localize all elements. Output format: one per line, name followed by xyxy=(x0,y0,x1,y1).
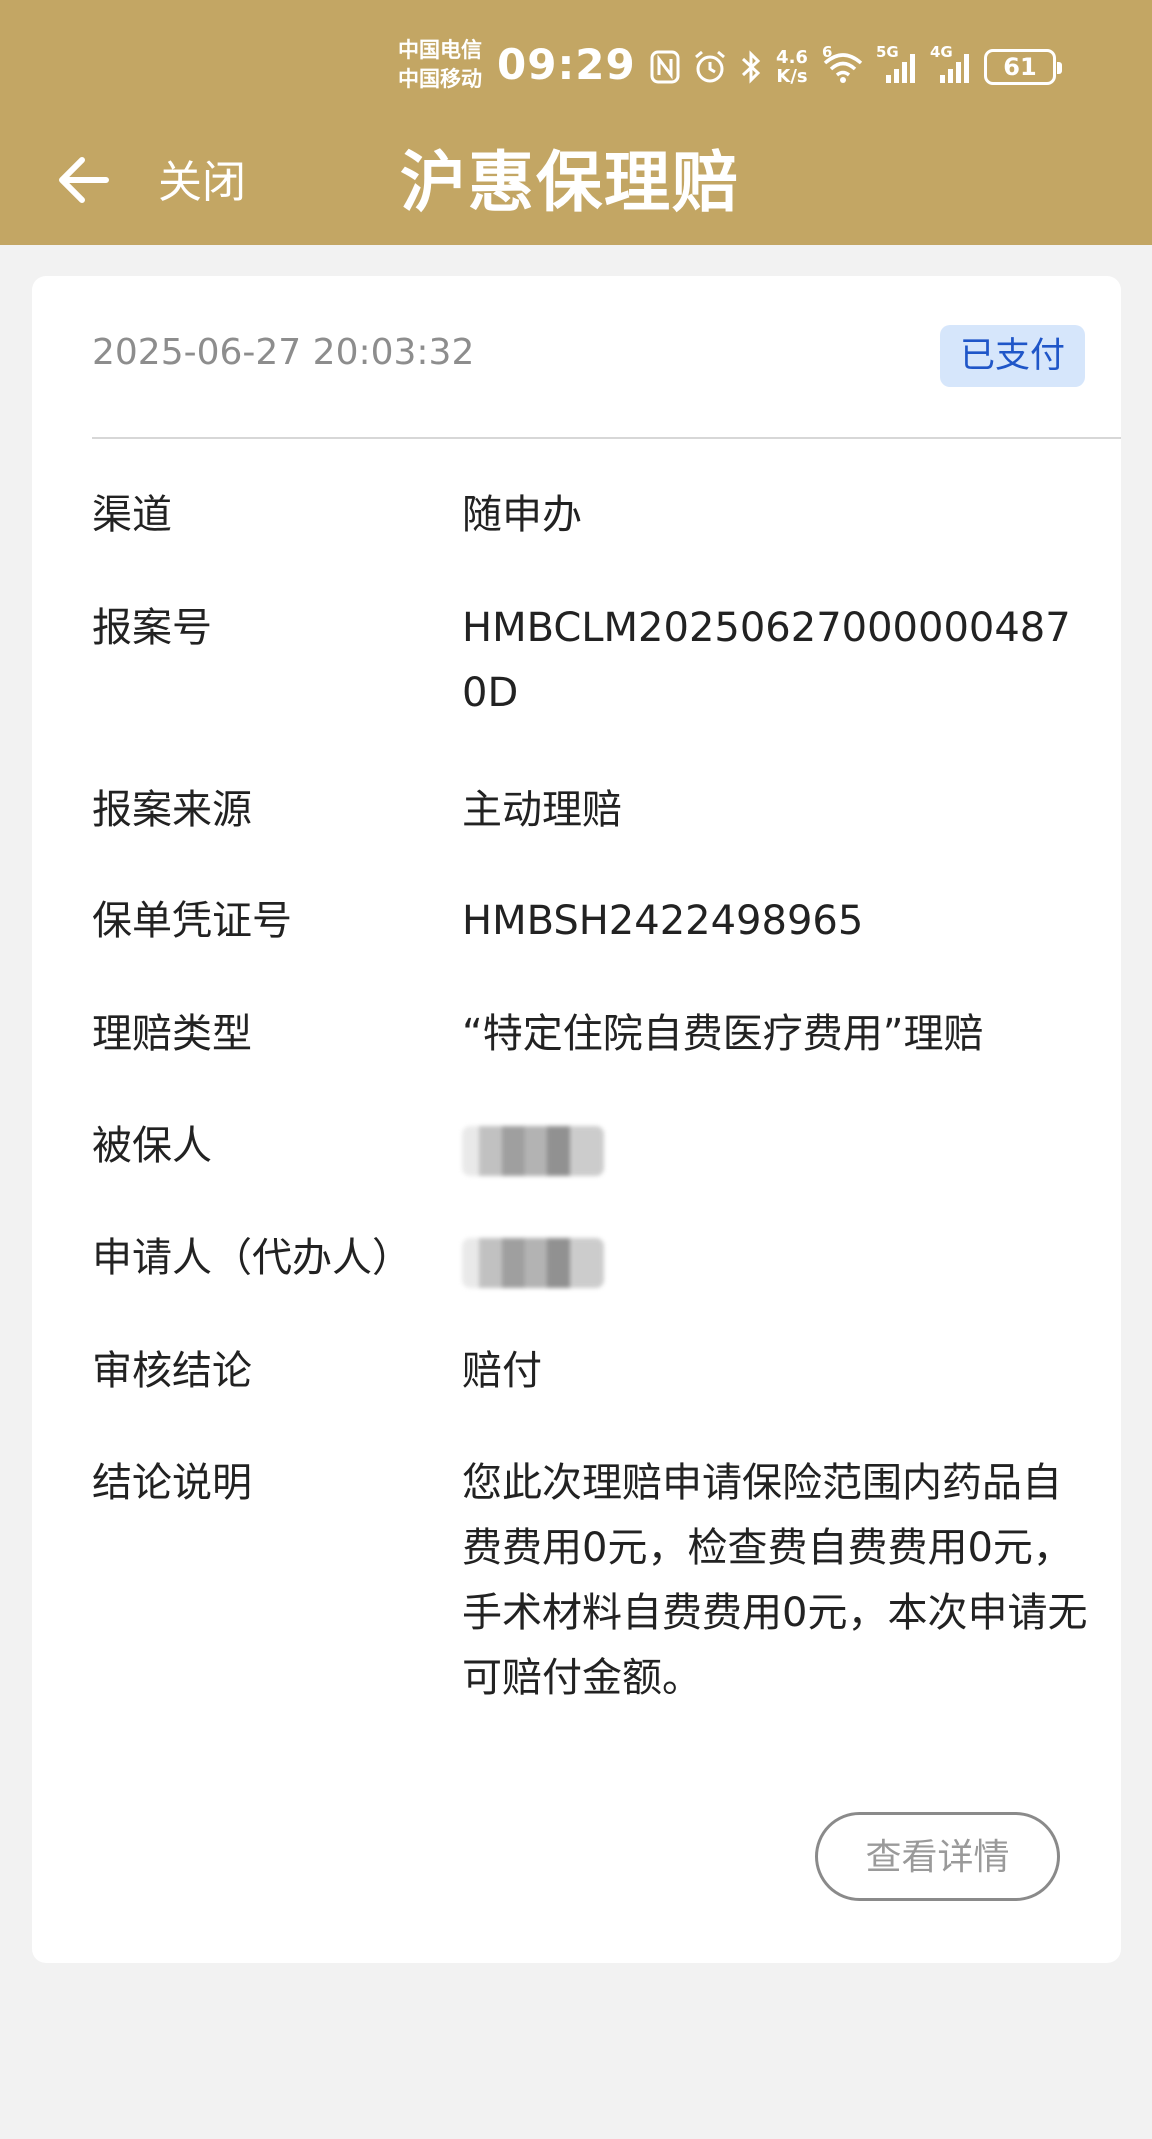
redacted-name xyxy=(462,1126,604,1176)
battery-icon: 61 xyxy=(984,49,1062,85)
row-value: HMBCLM20250627000000487 0D xyxy=(462,605,1071,716)
row-label: 被保人 xyxy=(92,1123,212,1169)
signal-1-tag: 5G xyxy=(876,43,899,61)
row-value: 您此次理赔申请保险范围内药品自费费用0元，检查费自费费用0元，手术材料自费费用0… xyxy=(462,1460,1088,1701)
nfc-icon xyxy=(650,50,680,84)
signal-2-tag: 4G xyxy=(930,43,953,61)
row-value: “特定住院自费医疗费用”理赔 xyxy=(462,1011,984,1057)
status-badge: 已支付 xyxy=(939,325,1085,387)
net-speed: 4.6 K/s xyxy=(774,48,810,86)
row-value: HMBSH2422498965 xyxy=(462,898,864,944)
row-value: 赔付 xyxy=(462,1348,542,1394)
net-speed-unit: K/s xyxy=(776,66,808,87)
row-value xyxy=(462,1226,1092,1296)
alarm-icon xyxy=(695,50,725,83)
bluetooth-icon xyxy=(741,50,761,84)
row-value xyxy=(462,1114,1092,1184)
page-title: 沪惠保理赔 xyxy=(400,144,740,221)
row-label: 渠道 xyxy=(92,492,172,538)
carrier-2: 中国移动 xyxy=(398,67,482,91)
row-label: 申请人（代办人） xyxy=(92,1235,412,1281)
app-header: 中国电信 中国移动 09:29 4.6 K/s 6 5G 4G 61 关闭 沪惠… xyxy=(0,0,1152,245)
divider xyxy=(92,437,1121,439)
view-details-button[interactable]: 查看详情 xyxy=(815,1812,1060,1901)
status-time: 09:29 xyxy=(497,40,636,89)
claim-datetime: 2025-06-27 20:03:32 xyxy=(92,332,475,373)
row-label: 报案来源 xyxy=(92,787,252,833)
battery-level: 61 xyxy=(1003,53,1037,81)
row-value: 主动理赔 xyxy=(462,787,622,833)
close-button[interactable]: 关闭 xyxy=(158,155,246,211)
row-label: 理赔类型 xyxy=(92,1011,252,1057)
status-bar: 中国电信 中国移动 09:29 4.6 K/s 6 5G 4G 61 xyxy=(0,0,1152,130)
carrier-1: 中国电信 xyxy=(398,38,482,62)
wifi-tag: 6 xyxy=(822,43,833,61)
signal-2: 4G xyxy=(930,43,972,85)
signal-1: 5G xyxy=(876,43,918,85)
net-speed-value: 4.6 xyxy=(776,47,808,68)
row-value: 随申办 xyxy=(462,492,582,538)
carrier-names: 中国电信 中国移动 xyxy=(398,36,494,94)
row-label: 审核结论 xyxy=(92,1348,252,1394)
row-label: 保单凭证号 xyxy=(92,898,292,944)
back-arrow-icon[interactable] xyxy=(54,150,114,210)
claim-card: 2025-06-27 20:03:32 已支付 渠道 随申办 报案号 HMBCL… xyxy=(32,276,1121,1963)
row-label: 报案号 xyxy=(92,605,212,651)
status-icons: 4.6 K/s 6 5G 4G 61 xyxy=(650,43,1062,90)
wifi-indicator: 6 xyxy=(822,43,864,85)
row-label: 结论说明 xyxy=(92,1460,252,1506)
redacted-name xyxy=(462,1238,604,1288)
